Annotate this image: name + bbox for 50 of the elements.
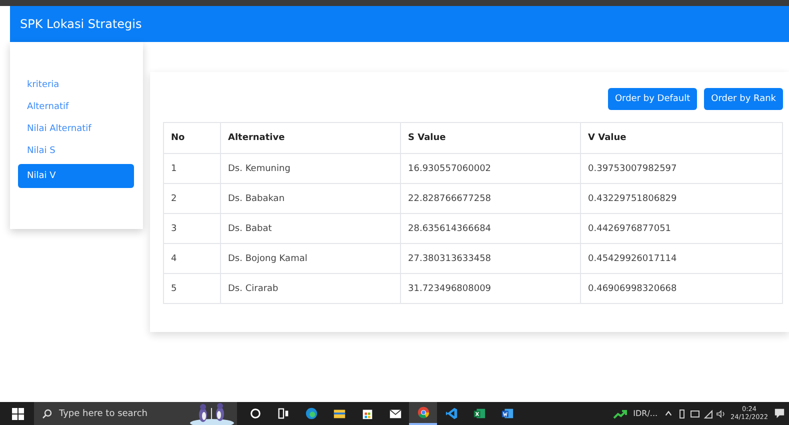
search-field[interactable]: Type here to search xyxy=(59,408,169,418)
search-icon xyxy=(42,408,52,418)
browser-icon xyxy=(416,406,430,419)
table-cell: Ds. Kemuning xyxy=(220,154,400,184)
table-cell: Ds. Babakan xyxy=(220,184,400,214)
table-cell: 0.45429926017114 xyxy=(580,244,782,274)
circle-icon xyxy=(248,407,262,420)
chevron-up-icon[interactable] xyxy=(664,409,673,418)
column-header: Alternative xyxy=(220,122,400,154)
notification-icon[interactable] xyxy=(774,408,785,419)
table-cell: 1 xyxy=(164,154,220,184)
table-cell: 3 xyxy=(164,214,220,244)
code-editor-icon xyxy=(444,407,458,420)
table-cell: 2 xyxy=(164,184,220,214)
column-header: S Value xyxy=(400,122,580,154)
task-view-icon xyxy=(276,407,290,420)
sidebar-link[interactable]: Nilai S xyxy=(18,142,134,160)
sidebar-link[interactable]: Nilai V xyxy=(18,164,134,188)
browser-icon xyxy=(304,407,318,420)
taskbar-app[interactable] xyxy=(409,402,437,425)
table-cell: 4 xyxy=(164,244,220,274)
folder-icon xyxy=(332,407,346,420)
table-cell: 0.39753007982597 xyxy=(580,154,782,184)
app-title[interactable]: SPK Lokasi Strategis xyxy=(20,17,142,31)
table-cell: Ds. Cirarab xyxy=(220,274,400,304)
table-cell: 0.46906998320668 xyxy=(580,274,782,304)
order-button[interactable]: Order by Default xyxy=(608,88,698,110)
table-cell: 27.380313633458 xyxy=(400,244,580,274)
sidebar-link[interactable]: kriteria xyxy=(18,76,134,94)
table-cell: 5 xyxy=(164,274,220,304)
table-cell: 0.43229751806829 xyxy=(580,184,782,214)
table-cell: Ds. Bojong Kamal xyxy=(220,244,400,274)
table-cell: Ds. Babat xyxy=(220,214,400,244)
sidebar-link[interactable]: Nilai Alternatif xyxy=(18,120,134,138)
document-icon xyxy=(500,407,514,420)
spreadsheet-icon xyxy=(472,407,486,420)
table-cell: 16.930557060002 xyxy=(400,154,580,184)
sidebar-link[interactable]: Alternatif xyxy=(18,98,134,116)
ticker-text[interactable]: IDR/... xyxy=(633,409,658,418)
tray-icons-drawing[interactable] xyxy=(678,408,725,418)
column-header: V Value xyxy=(580,122,782,154)
order-button[interactable]: Order by Rank xyxy=(704,88,783,110)
windows-start-icon[interactable] xyxy=(12,408,24,420)
table-cell: 28.635614366684 xyxy=(400,214,580,244)
table-cell: 22.828766677258 xyxy=(400,184,580,214)
envelope-icon xyxy=(388,407,402,420)
table-cell: 31.723496808009 xyxy=(400,274,580,304)
column-header: No xyxy=(164,122,220,154)
table-cell: 0.4426976877051 xyxy=(580,214,782,244)
trend-up-icon xyxy=(613,408,628,418)
